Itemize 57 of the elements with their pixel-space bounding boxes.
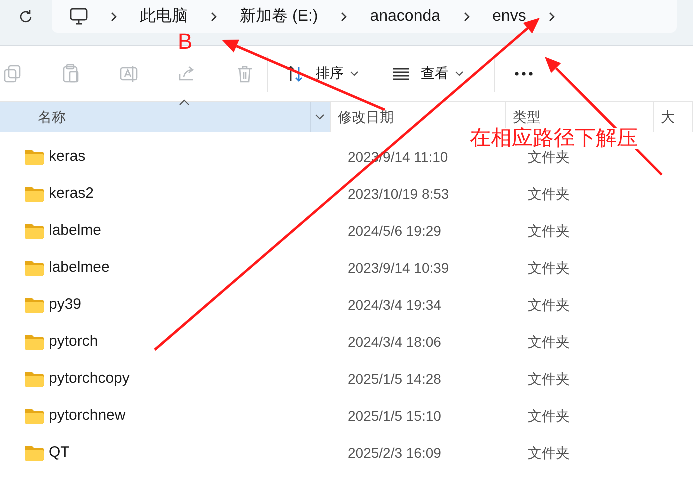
file-type: 文件夹 [528,185,570,204]
folder-icon [25,150,44,165]
file-name[interactable]: py39 [49,294,343,317]
modified-date: 2024/5/6 19:29 [348,222,442,241]
chevron-down-icon [455,70,464,76]
modified-date: 2025/1/5 14:28 [348,370,442,389]
chevron-down-icon [350,70,359,76]
folder-icon [25,298,44,313]
chevron-icon[interactable] [210,10,218,22]
breadcrumb[interactable]: anaconda [370,4,441,28]
column-header[interactable]: 名称 [0,102,331,132]
file-type: 文件夹 [528,370,570,389]
file-type: 文件夹 [528,222,570,241]
file-type: 文件夹 [528,333,570,352]
sort-button[interactable]: 排序 [274,56,371,92]
modified-date: 2025/2/3 16:09 [348,444,442,463]
folder-icon [25,224,44,239]
file-name[interactable]: QT [49,442,343,465]
breadcrumb[interactable]: envs [492,4,526,28]
more-icon[interactable] [515,72,533,76]
file-name[interactable]: labelme [49,220,343,243]
file-type: 文件夹 [528,259,570,278]
chevron-icon[interactable] [462,10,471,22]
file-name[interactable]: pytorchcopy [49,368,343,391]
chevron-icon[interactable] [340,10,348,22]
folder-icon [25,372,44,387]
file-type: 文件夹 [528,444,570,463]
folder-icon [25,187,44,202]
file-name[interactable]: pytorchnew [49,405,343,428]
address-bar[interactable]: 此电脑 新加卷 (E:) anaconda envs [52,0,677,33]
modified-date: 2023/10/19 8:53 [348,185,450,204]
folder-icon [25,409,44,424]
file-type: 文件夹 [528,296,570,315]
computer-icon [70,8,88,25]
folder-icon [25,261,44,276]
breadcrumb[interactable]: 此电脑 [140,4,188,28]
file-type: 文件夹 [528,148,570,167]
modified-date: 2024/3/4 18:06 [348,333,442,352]
chevron-icon[interactable] [110,10,118,22]
annotation-label: 在相应路径下解压 [470,128,638,149]
file-name[interactable]: labelmee [49,257,343,280]
breadcrumb[interactable]: 新加卷 (E:) [240,4,318,28]
file-name[interactable]: keras [49,146,343,169]
folder-icon [25,446,44,461]
chevron-down-icon[interactable] [315,114,326,120]
modified-date: 2024/3/4 19:34 [348,296,442,315]
annotation-label: B [178,31,193,53]
file-name[interactable]: keras2 [49,183,343,206]
file-name[interactable]: pytorch [49,331,343,354]
modified-date: 2025/1/5 15:10 [348,407,442,426]
folder-icon [25,335,44,350]
file-type: 文件夹 [528,407,570,426]
view-button[interactable]: 查看 [379,56,476,92]
refresh-icon[interactable] [18,8,34,24]
sort-caret-icon [179,99,190,106]
chevron-icon[interactable] [548,10,556,22]
modified-date: 2023/9/14 10:39 [348,259,450,278]
